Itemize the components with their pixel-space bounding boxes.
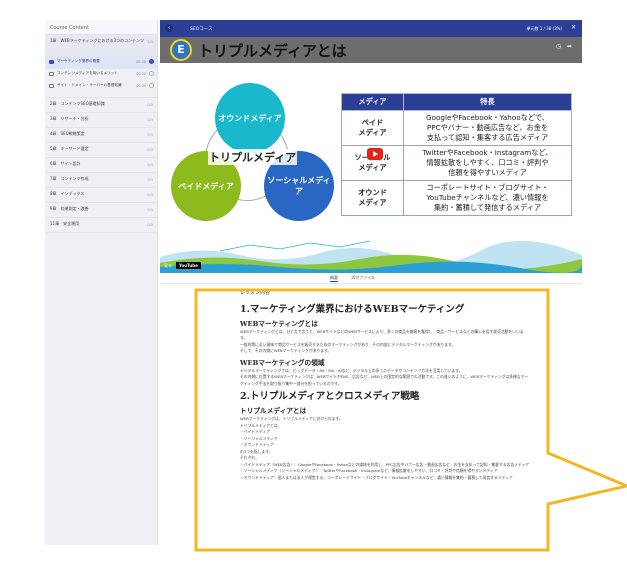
feature-header: 特長 (403, 93, 572, 111)
lesson-list: マーケティング業界の概要 05:36 コンテンツメディアを用いるメリット 00:00 サ… (45, 57, 157, 98)
course-sidebar: Course Content 1章 WEBマーケティングにおける3つのコンテンツ… (45, 20, 158, 545)
chapter-label: 3章 リサーチ・分析 (50, 116, 89, 121)
share-icon[interactable]: ◷ ➦ (556, 43, 572, 50)
section-heading-1: 1.マーケティング業界におけるWEBマーケティング (240, 303, 465, 315)
lesson-item[interactable]: マーケティング業界の概要 05:36 (45, 57, 157, 69)
video-icon (49, 84, 54, 88)
chapter-list: 2章 コンテンツSEO基礎知識 0/3 3章 リサーチ・分析 0/3 4章 SEO戦略策… (45, 98, 157, 233)
chapter-progress: 0/3 (147, 223, 153, 227)
chapter-label: 6章 サイト設計 (50, 161, 81, 166)
video-icon (49, 72, 54, 76)
completion-check[interactable] (149, 59, 154, 64)
chapter-label: 8章 インデックス (50, 191, 85, 196)
chapter-label: 11章 安全運用 (50, 221, 80, 226)
content-tabs: 概要 添付ファイル (330, 275, 387, 282)
chapter-item[interactable]: 2章 コンテンツSEO基礎知識 0/3 (45, 98, 157, 113)
watch-on-label: 見る (164, 263, 172, 268)
lesson-header: ‹ SEOコース 単元数 1 / 38 (3%) ✕ (160, 20, 582, 37)
completion-check[interactable] (149, 83, 154, 88)
sidebar-title: Course Content (45, 20, 157, 35)
chapter-progress: 0/3 (147, 163, 153, 167)
triple-media-label: トリプルメディア (208, 149, 298, 165)
chapter-item[interactable]: 9章 効果測定・改善 0/3 (45, 203, 157, 218)
lesson-duration: 05:36 (136, 60, 146, 64)
chapter-label: 2章 コンテンツSEO基礎知識 (50, 101, 105, 106)
table-row: オウンド メディア コーポレートサイト・ブログサイト・ YouTubeチャンネルな… (341, 180, 572, 216)
table-row: ペイド メディア GoogleやFacebook・Yahooなどで、 PPCやバナ… (341, 110, 572, 146)
chapter-item[interactable]: 6章 サイト設計 0/3 (45, 158, 157, 173)
lesson-item[interactable]: サイト・ドメイン・サーバーの基礎知識 00:00 (45, 81, 157, 93)
lesson-label: マーケティング業界の概要 (57, 59, 100, 63)
lesson-label: コンテンツメディアを用いるメリット (57, 71, 118, 75)
completion-check[interactable] (149, 71, 154, 76)
chapter-progress: 0/3 (147, 133, 153, 137)
slide-title: トリプルメディアとは (198, 42, 347, 60)
chapter-progress: 2/3 (147, 40, 153, 44)
tab-overview[interactable]: 概要 (330, 275, 338, 282)
chapter-item[interactable]: 11章 安全運用 0/3 (45, 218, 157, 233)
chapter-item-1[interactable]: 1章 WEBマーケティングにおける3つのコンテンツ 2/3 (45, 35, 157, 57)
chapter-label: 5章 キーワード選定 (50, 146, 89, 151)
paragraph: そして、その内側にWEBマーケティングがあります。 (240, 348, 332, 353)
feature-cell: GoogleやFacebook・Yahooなどで、 PPCやバナー・動画広告など… (403, 110, 572, 146)
subheading-1: WEBマーケティングとは (240, 319, 318, 328)
youtube-logo[interactable]: YouTube (176, 262, 201, 269)
paragraph: その内側に位置するWEBマーケティングは、WEBサイトやSNS、広告など、WEB… (240, 374, 529, 386)
lesson-duration: 00:00 (136, 72, 146, 76)
video-icon (49, 60, 54, 64)
chapter-progress: 0/3 (147, 118, 153, 122)
chapter-item[interactable]: 3章 リサーチ・分析 0/3 (45, 113, 157, 128)
close-icon[interactable]: ✕ (571, 24, 576, 31)
subheading-3: トリプルメディアとは (240, 407, 307, 415)
chevron-left-icon: ‹ (168, 25, 170, 31)
chapter-item[interactable]: 4章 SEO戦略策定 0/3 (45, 128, 157, 143)
chapter-progress: 0/3 (147, 208, 153, 212)
brand-logo: E (170, 39, 192, 61)
owned-media-circle: オウンドメディア (215, 83, 285, 153)
chapter-progress: 0/3 (147, 178, 153, 182)
media-cell: オウンド メディア (341, 180, 404, 216)
progress-counter: 単元数 1 / 38 (3%) (526, 26, 562, 31)
lesson-label: サイト・ドメイン・サーバーの基礎知識 (57, 83, 122, 87)
paragraph: ・ソーシャルメディア（ソーシャルメディア）：TwitterやFacebook・I… (240, 468, 498, 473)
youtube-play-icon[interactable] (367, 148, 383, 160)
subheading-2: WEBマーケティングの領域 (240, 358, 325, 367)
video-controls: 見る YouTube (160, 259, 582, 273)
feature-cell: コーポレートサイト・ブログサイト・ YouTubeチャンネルなど、濃い情報を 集… (403, 180, 572, 216)
chapter-progress: 0/3 (147, 103, 153, 107)
lesson-duration: 00:00 (136, 84, 146, 88)
chapter-progress: 0/3 (147, 193, 153, 197)
paragraph: WEBマーケティングとは、ひと言で言うと、WEBサイトなどのWEBサービスにより… (240, 328, 524, 341)
content-label: レッスン内容 (240, 290, 271, 296)
chapter-label: 7章 コンテンツ作成 (50, 176, 89, 181)
media-header: メディア (341, 93, 404, 111)
chapter-item[interactable]: 8章 インデックス 0/3 (45, 188, 157, 203)
chapter-label: 9章 効果測定・改善 (50, 206, 89, 211)
course-title: SEOコース (190, 27, 213, 32)
section-heading-2: 2.トリプルメディアとクロスメディア戦略 (240, 391, 420, 402)
chapter-progress: 0/3 (147, 148, 153, 152)
tab-divider (160, 283, 582, 284)
chapter-label: 1章 WEBマーケティングにおける3つのコンテンツ (50, 38, 144, 43)
video-player[interactable]: ◷ ➦ E トリプルメディアとは オウンドメディア ペイドメディア ソーシャルメ… (160, 37, 582, 273)
tab-attachments[interactable]: 添付ファイル (351, 275, 375, 280)
back-button[interactable]: ‹ (165, 24, 173, 32)
media-cell: ペイド メディア (341, 110, 404, 146)
chapter-item[interactable]: 5章 キーワード選定 0/3 (45, 143, 157, 158)
paragraph: ・オウンドメディア：個人または法人が運営する、コーポレートサイト・ブログサイト・… (240, 474, 513, 480)
lesson-item[interactable]: コンテンツメディアを用いるメリット 00:00 (45, 69, 157, 81)
feature-cell: TwitterやFacebook・Instagramなど、 情報拡散をしやすく、… (403, 145, 572, 181)
chapter-label: 4章 SEO戦略策定 (50, 131, 85, 136)
chapter-item[interactable]: 7章 コンテンツ作成 0/3 (45, 173, 157, 188)
lesson-content: レッスン内容 1.マーケティング業界におけるWEBマーケティング WEBマーケテ… (240, 290, 530, 550)
